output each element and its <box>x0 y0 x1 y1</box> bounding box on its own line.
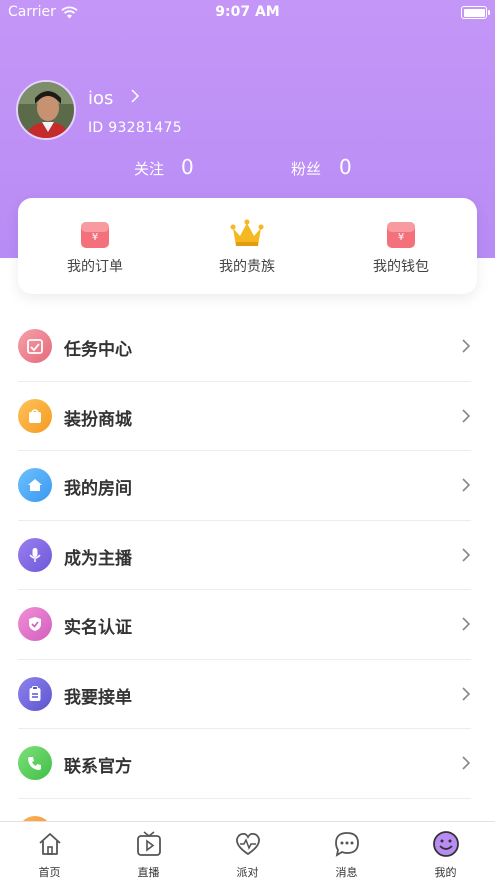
chevron-right-icon <box>462 617 471 631</box>
chevron-right-icon <box>462 339 471 353</box>
fans-label[interactable]: 粉丝 <box>291 158 321 179</box>
clipboard-icon <box>18 676 52 711</box>
tab-messages[interactable]: 消息 <box>297 822 396 881</box>
menu-item-contact-official[interactable]: 联系官方 <box>0 729 495 799</box>
avatar[interactable] <box>16 80 76 140</box>
quick-actions-card: ¥ 我的订单 我的贵族 ¥ 我的钱包 <box>18 198 477 294</box>
menu-item-label: 任务中心 <box>64 340 132 360</box>
chevron-right-icon[interactable] <box>130 88 140 104</box>
username[interactable]: ios <box>88 88 113 109</box>
menu-item-dress-shop[interactable]: 装扮商城 <box>0 382 495 451</box>
profile-page: Carrier 9:07 AM ios ID 93281475 关注 0 粉丝 … <box>0 0 495 881</box>
status-bar: Carrier 9:07 AM <box>0 0 495 26</box>
bottom-tab-bar: 首页 直播 派对 消息 我的 <box>0 821 495 881</box>
tab-label: 我的 <box>434 866 457 879</box>
chevron-right-icon <box>462 547 471 562</box>
menu-item-label: 实名认证 <box>64 618 132 638</box>
home-outline-icon <box>38 833 61 855</box>
heartbeat-icon <box>235 832 260 856</box>
shield-check-icon <box>18 607 52 641</box>
battery-icon <box>461 6 490 19</box>
menu-item-become-host[interactable]: 成为主播 <box>0 521 495 590</box>
tab-label: 消息 <box>335 866 358 879</box>
settings-menu: 任务中心 装扮商城 我的房间 成为主播 实名认证 我要接单 联系官方 <box>0 312 495 868</box>
microphone-icon <box>18 537 52 572</box>
tab-home[interactable]: 首页 <box>0 822 99 881</box>
menu-item-task-center[interactable]: 任务中心 <box>0 312 495 382</box>
home-icon <box>18 468 52 502</box>
chevron-right-icon <box>462 756 471 770</box>
wallet-envelope-icon: ¥ <box>387 222 415 248</box>
status-time: 9:07 AM <box>215 4 280 20</box>
tab-live[interactable]: 直播 <box>99 822 198 881</box>
tab-me[interactable]: 我的 <box>396 822 495 881</box>
red-envelope-icon: ¥ <box>81 222 109 248</box>
quick-item-label: 我的贵族 <box>219 259 275 275</box>
menu-item-label: 成为主播 <box>64 548 132 569</box>
chevron-right-icon <box>462 408 471 423</box>
user-id: ID 93281475 <box>88 120 182 136</box>
tab-label: 直播 <box>137 866 160 879</box>
tab-label: 派对 <box>236 866 259 879</box>
quick-item-label: 我的订单 <box>67 259 123 275</box>
smiley-icon <box>432 831 459 857</box>
svg-text:¥: ¥ <box>92 232 98 243</box>
tab-party[interactable]: 派对 <box>198 822 297 881</box>
following-label[interactable]: 关注 <box>134 158 164 179</box>
chevron-right-icon <box>462 686 471 701</box>
tab-label: 首页 <box>38 866 61 879</box>
shop-bag-icon <box>18 398 52 433</box>
menu-item-my-room[interactable]: 我的房间 <box>0 451 495 521</box>
crown-icon <box>230 219 264 246</box>
phone-icon <box>18 746 52 780</box>
menu-item-label: 装扮商城 <box>64 409 132 430</box>
chat-bubble-icon <box>334 832 359 857</box>
tv-play-icon <box>136 831 161 856</box>
menu-item-label: 联系官方 <box>64 757 132 777</box>
quick-item-wallet[interactable]: ¥ 我的钱包 <box>336 198 466 294</box>
quick-item-label: 我的钱包 <box>373 259 429 275</box>
menu-item-label: 我的房间 <box>64 479 132 499</box>
quick-item-orders[interactable]: ¥ 我的订单 <box>30 198 160 294</box>
following-count[interactable]: 0 <box>181 155 194 179</box>
svg-text:¥: ¥ <box>398 232 404 243</box>
menu-item-real-name-auth[interactable]: 实名认证 <box>0 590 495 660</box>
task-icon <box>18 329 52 363</box>
chevron-right-icon <box>462 478 471 492</box>
menu-item-take-orders[interactable]: 我要接单 <box>0 660 495 729</box>
quick-item-nobility[interactable]: 我的贵族 <box>182 198 312 294</box>
fans-count[interactable]: 0 <box>339 155 352 179</box>
menu-item-label: 我要接单 <box>64 687 132 708</box>
